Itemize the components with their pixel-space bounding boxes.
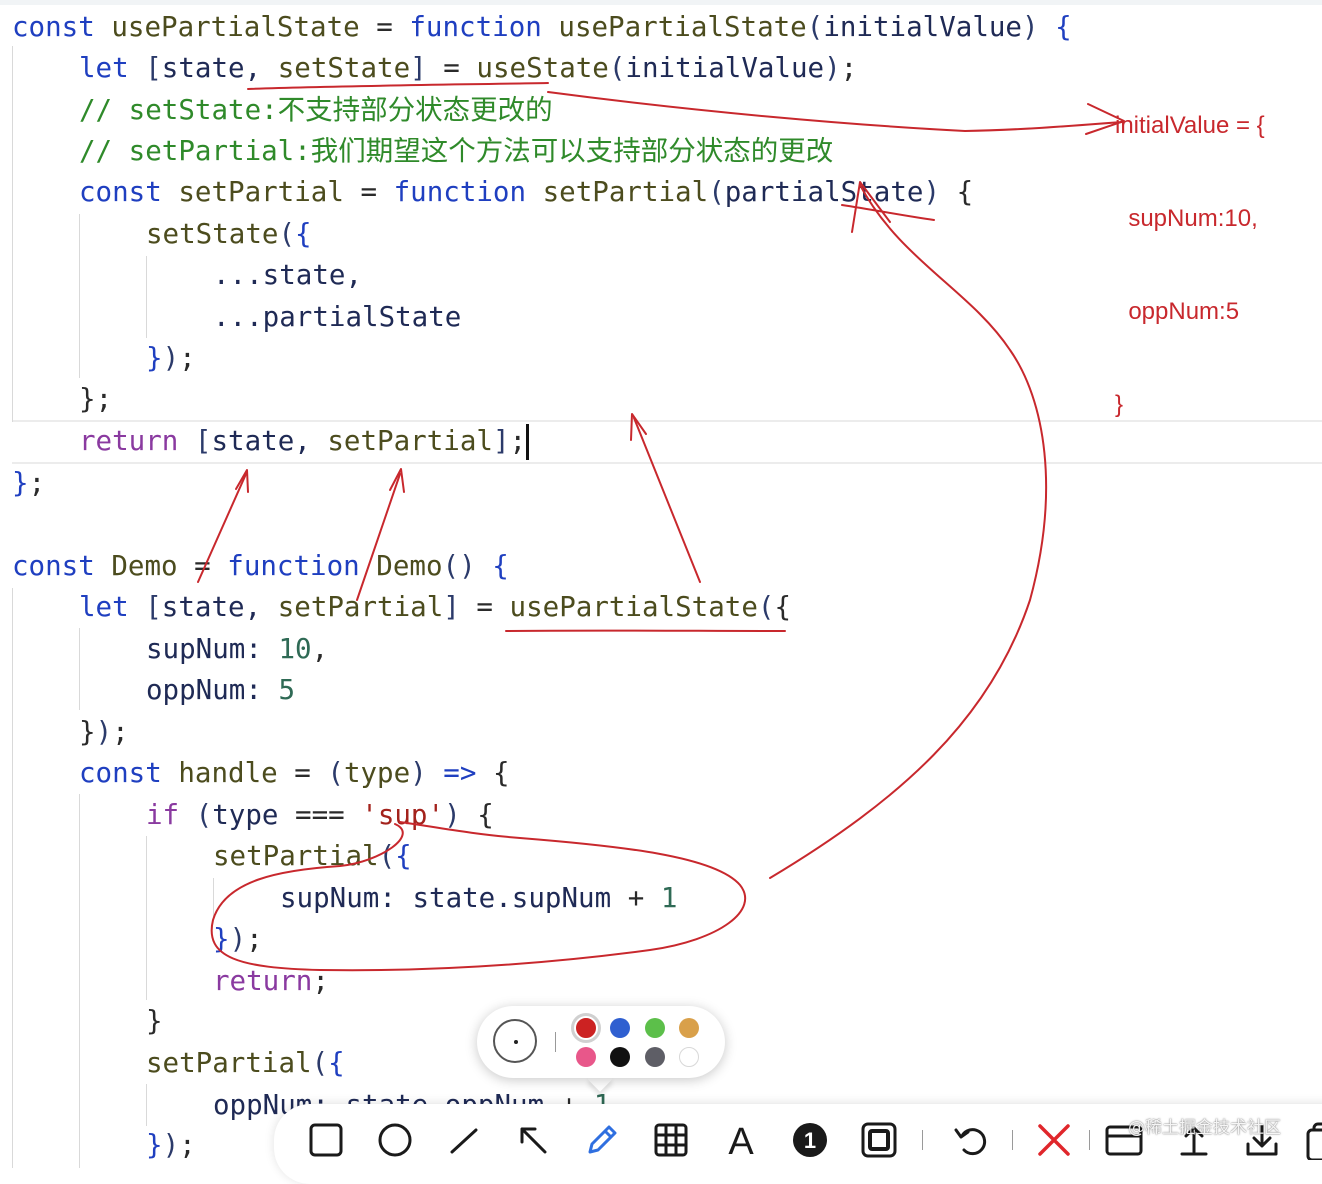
circle-icon: [375, 1120, 415, 1160]
note-line: supNum:10,: [1115, 203, 1265, 234]
frame-tool[interactable]: [859, 1120, 899, 1160]
text-icon: A: [721, 1120, 761, 1160]
arrow-to-return: [634, 418, 700, 582]
copy-button[interactable]: [1304, 1120, 1322, 1160]
svg-text:A: A: [728, 1121, 754, 1160]
square-icon: [306, 1120, 346, 1160]
toolbar-divider: [1089, 1130, 1090, 1150]
color-swatch[interactable]: [645, 1018, 665, 1038]
grid-icon: [651, 1120, 691, 1160]
toolbar-divider: [1012, 1130, 1013, 1150]
color-swatch[interactable]: [645, 1047, 665, 1067]
rectangle-tool[interactable]: [306, 1120, 346, 1160]
pen-tool[interactable]: [582, 1120, 622, 1160]
underline-setstate: [248, 83, 548, 89]
note-line: oppNum:5: [1115, 296, 1265, 327]
arrow-up-to-partialstate: [770, 185, 1046, 878]
line-tool[interactable]: [444, 1120, 484, 1160]
undo-button[interactable]: [950, 1120, 990, 1160]
pencil-icon: [582, 1120, 622, 1160]
arrow-to-state: [198, 474, 246, 582]
color-swatch[interactable]: [679, 1018, 699, 1038]
color-swatch[interactable]: [574, 1016, 598, 1040]
initial-value-note: initialValue = { supNum:10, oppNum:5 }: [1115, 48, 1265, 451]
text-tool[interactable]: A: [721, 1120, 761, 1160]
number-icon: 1: [790, 1120, 830, 1160]
arrow-tool[interactable]: [513, 1120, 553, 1160]
close-icon: [1034, 1120, 1074, 1160]
ellipse-tool[interactable]: [375, 1120, 415, 1160]
brush-dot: [514, 1040, 518, 1044]
palette-divider: [555, 1032, 556, 1052]
copy-icon: [1304, 1120, 1322, 1160]
close-button[interactable]: [1034, 1120, 1074, 1160]
note-line: initialValue = {: [1115, 110, 1265, 141]
watermark: @稀土掘金技术社区: [1128, 1116, 1281, 1140]
color-palette-popover: [477, 1006, 725, 1078]
line-icon: [444, 1120, 484, 1160]
note-line: }: [1115, 389, 1265, 420]
toolbar-divider: [922, 1130, 923, 1150]
color-swatch[interactable]: [610, 1018, 630, 1038]
frame-icon: [859, 1120, 899, 1160]
circle-setpartial-block: [212, 822, 745, 970]
color-swatch[interactable]: [610, 1047, 630, 1067]
number-tool[interactable]: 1: [790, 1120, 830, 1160]
arrow-to-setpartial: [357, 474, 400, 600]
undo-icon: [950, 1120, 990, 1160]
brush-size-icon[interactable]: [493, 1019, 537, 1063]
color-swatch[interactable]: [679, 1047, 699, 1067]
svg-text:1: 1: [804, 1128, 816, 1153]
mosaic-tool[interactable]: [651, 1120, 691, 1160]
arrow-to-initialvalue: [548, 92, 1122, 131]
color-swatch[interactable]: [576, 1047, 596, 1067]
arrow-icon: [513, 1120, 553, 1160]
